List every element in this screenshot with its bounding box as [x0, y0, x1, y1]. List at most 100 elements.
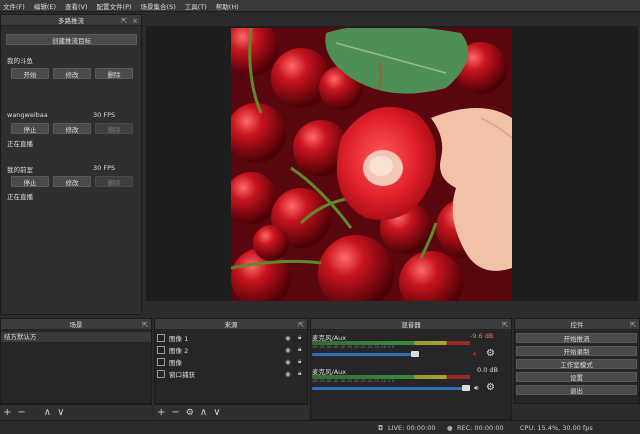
controls-title: 控件 [570, 321, 584, 329]
volume-slider-knob[interactable] [411, 351, 419, 357]
live-time: LIVE: 00:00:00 [388, 424, 436, 432]
volume-slider[interactable] [312, 387, 470, 390]
up-icon[interactable]: ∧ [200, 407, 207, 418]
delete-button[interactable]: 删除 [95, 68, 133, 79]
target-status: 正在直播 [7, 193, 33, 201]
close-icon[interactable]: × [132, 17, 138, 25]
menu-file[interactable]: 文件(F) [3, 1, 25, 11]
image-source-icon [157, 333, 165, 342]
image-source-icon [157, 345, 165, 354]
start-recording-button[interactable]: 开始录制 [516, 346, 637, 356]
scenes-title: 场景 [69, 321, 83, 329]
target-fps: 30 FPS [93, 111, 116, 119]
source-item[interactable]: 图像 2 ◉ 🔒︎ [157, 344, 307, 355]
studio-mode-button[interactable]: 工作室模式 [516, 359, 637, 369]
lock-icon[interactable]: 🔒︎ [298, 357, 301, 366]
live-icon: ◘ [378, 424, 384, 432]
source-label: 图像 [169, 358, 182, 367]
eye-icon[interactable]: ◉ [285, 358, 291, 366]
menu-scene-collection[interactable]: 场景集合(S) [141, 1, 176, 11]
stop-button[interactable]: 停止 [11, 123, 49, 134]
rec-icon: ● [447, 424, 453, 432]
speaker-muted-icon[interactable]: 🔇︎ [473, 350, 477, 359]
create-stream-target-button[interactable]: 创建推流目标 [6, 34, 137, 45]
start-button[interactable]: 开始 [11, 68, 49, 79]
float-icon[interactable]: ⇱ [142, 321, 148, 329]
eye-icon[interactable]: ◉ [285, 346, 291, 354]
target-name: 我的前室 [7, 166, 33, 174]
float-icon[interactable]: ⇱ [298, 321, 304, 329]
scenes-title-bar: 场景 ⇱ [1, 319, 151, 330]
volume-slider[interactable] [312, 353, 419, 356]
speaker-icon[interactable]: 🔊︎ [474, 384, 478, 393]
status-bar: ◘ LIVE: 00:00:00 ● REC: 00:00:00 CPU: 15… [0, 420, 640, 434]
source-label: 窗口捕获 [169, 370, 195, 379]
image-source-icon [157, 357, 165, 366]
source-item[interactable]: 图像 ◉ 🔒︎ [157, 356, 307, 367]
remove-icon[interactable]: − [17, 407, 25, 418]
multistream-title: 多路推流 [58, 17, 84, 25]
remove-icon[interactable]: − [171, 407, 179, 418]
source-label: 图像 1 [169, 334, 189, 343]
edit-button[interactable]: 修改 [53, 176, 91, 187]
sources-title: 来源 [224, 321, 238, 329]
menu-help[interactable]: 帮助(H) [216, 1, 239, 11]
gear-icon[interactable]: ⚙ [486, 348, 495, 359]
meter-scale: -60 -55 -50 -45 -40 -35 -30 -25 -20 -15 … [312, 345, 394, 349]
down-icon[interactable]: ∨ [57, 407, 64, 418]
gear-icon[interactable]: ⚙ [486, 382, 495, 393]
menu-view[interactable]: 查看(V) [65, 1, 88, 11]
rec-time: REC: 00:00:00 [457, 424, 504, 432]
scenes-toolbar: + − ∧ ∨ [0, 404, 152, 420]
sources-dock: 来源 ⇱ 图像 1 ◉ 🔒︎ 图像 2 ◉ 🔒︎ 图像 ◉ 🔒︎ 窗口捕获 ◉ 🔒︎ [154, 318, 308, 404]
channel-db: 0.0 dB [477, 366, 498, 374]
source-item[interactable]: 窗口捕获 ◉ 🔒︎ [157, 368, 307, 379]
channel-db: -9.6 dB [470, 332, 494, 340]
target-name: wangweibaa [7, 111, 48, 119]
delete-button[interactable]: 删除 [95, 123, 133, 134]
delete-button[interactable]: 删除 [95, 176, 133, 187]
target-fps: 30 FPS [93, 164, 116, 172]
cherries-image [231, 28, 512, 301]
cpu-fps: CPU: 15.4%, 30.00 fps [520, 424, 593, 432]
source-item[interactable]: 图像 1 ◉ 🔒︎ [157, 332, 307, 343]
preview-image [231, 28, 512, 301]
start-streaming-button[interactable]: 开始推流 [516, 333, 637, 343]
menu-tools[interactable]: 工具(T) [185, 1, 207, 11]
sources-list: 图像 1 ◉ 🔒︎ 图像 2 ◉ 🔒︎ 图像 ◉ 🔒︎ 窗口捕获 ◉ 🔒︎ [155, 331, 307, 403]
eye-icon[interactable]: ◉ [285, 334, 291, 342]
down-icon[interactable]: ∨ [213, 407, 220, 418]
add-icon[interactable]: + [3, 407, 11, 418]
scene-item[interactable]: 结方默认方 [1, 332, 151, 342]
sources-title-bar: 来源 ⇱ [155, 319, 307, 330]
edit-button[interactable]: 修改 [53, 68, 91, 79]
float-icon[interactable]: ⇱ [502, 321, 508, 329]
add-icon[interactable]: + [157, 407, 165, 418]
source-label: 图像 2 [169, 346, 189, 355]
float-icon[interactable]: ⇱ [121, 17, 127, 25]
volume-slider-knob[interactable] [462, 385, 470, 391]
mixer-title: 混音器 [401, 321, 421, 329]
menu-bar: 文件(F) 编辑(E) 查看(V) 配置文件(P) 场景集合(S) 工具(T) … [0, 0, 640, 12]
controls-title-bar: 控件 ⇱ [515, 319, 639, 330]
multistream-title-bar: 多路推流 ⇱ × [1, 15, 141, 26]
gear-icon[interactable]: ⚙ [186, 408, 194, 418]
float-icon[interactable]: ⇱ [630, 321, 636, 329]
lock-icon[interactable]: 🔒︎ [298, 333, 301, 342]
lock-icon[interactable]: 🔒︎ [298, 369, 301, 378]
multistream-dock: 多路推流 ⇱ × 创建推流目标 我的斗鱼 开始 修改 删除 wangweibaa … [0, 14, 142, 315]
eye-icon[interactable]: ◉ [285, 370, 291, 378]
menu-profile[interactable]: 配置文件(P) [97, 1, 132, 11]
up-icon[interactable]: ∧ [44, 407, 51, 418]
edit-button[interactable]: 修改 [53, 123, 91, 134]
stop-button[interactable]: 停止 [11, 176, 49, 187]
menu-edit[interactable]: 编辑(E) [34, 1, 56, 11]
lock-icon[interactable]: 🔒︎ [298, 345, 301, 354]
meter-scale: -60 -55 -50 -45 -40 -35 -30 -25 -20 -15 … [312, 379, 394, 383]
window-capture-icon [157, 369, 165, 378]
exit-button[interactable]: 退出 [516, 385, 637, 395]
sources-toolbar: + − ⚙ ∧ ∨ [154, 404, 308, 420]
settings-button[interactable]: 设置 [516, 372, 637, 382]
target-name: 我的斗鱼 [7, 57, 33, 65]
scenes-dock: 场景 ⇱ 结方默认方 [0, 318, 152, 404]
